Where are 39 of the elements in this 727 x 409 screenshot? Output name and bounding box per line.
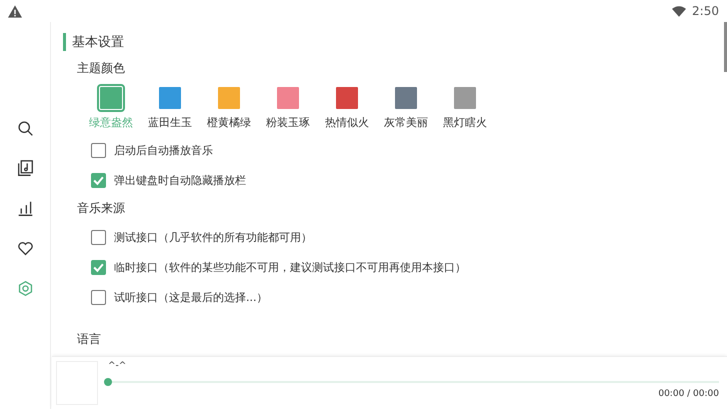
color-swatch[interactable] [334,85,360,111]
color-swatch[interactable] [275,85,301,111]
track-title: ^-^ [108,361,128,371]
search-icon[interactable] [16,120,34,137]
heart-icon[interactable] [16,240,34,257]
progress-thumb[interactable] [104,378,112,386]
theme-label: 主题颜色 [77,60,126,77]
swatch-label: 绿意盎然 [89,115,133,130]
checkbox[interactable] [91,172,106,188]
color-swatch[interactable] [98,85,124,111]
play-time: 00:00 / 00:00 [658,389,719,399]
checkbox-label: 试听接口（这是最后的选择...） [114,290,268,304]
bar-chart-icon[interactable] [16,200,34,217]
swatch-label: 橙黄橘绿 [207,115,251,130]
swatch-label: 灰常美丽 [384,115,428,130]
checkbox[interactable] [91,142,106,158]
swatch-label: 热情似火 [325,115,369,130]
music-note-icon[interactable] [16,160,34,177]
swatch-label: 粉装玉琢 [266,115,310,130]
color-swatch[interactable] [216,85,242,111]
status-time: 2:50 [692,4,719,18]
settings-icon[interactable] [16,280,34,297]
checkbox[interactable] [91,290,106,304]
color-swatch[interactable] [452,85,478,111]
checkbox-label: 启动后自动播放音乐 [114,142,213,158]
checkbox-label: 测试接口（几乎软件的所有功能都可用） [114,230,312,244]
color-swatch[interactable] [157,85,183,111]
checkbox-label: 弹出键盘时自动隐藏播放栏 [114,172,246,188]
checkbox-label: 临时接口（软件的某些功能不可用，建议测试接口不可用再使用本接口） [114,260,466,274]
section-title: 基本设置 [72,34,124,51]
source-label: 音乐来源 [77,200,126,217]
wifi-icon [672,6,686,16]
swatch-label: 蓝田生玉 [148,115,192,130]
checkbox[interactable] [91,260,106,274]
warning-icon [8,4,22,18]
language-label: 语言 [77,331,102,348]
color-swatch[interactable] [393,85,419,111]
swatch-label: 黑灯瞎火 [443,115,487,130]
checkbox[interactable] [91,230,106,244]
